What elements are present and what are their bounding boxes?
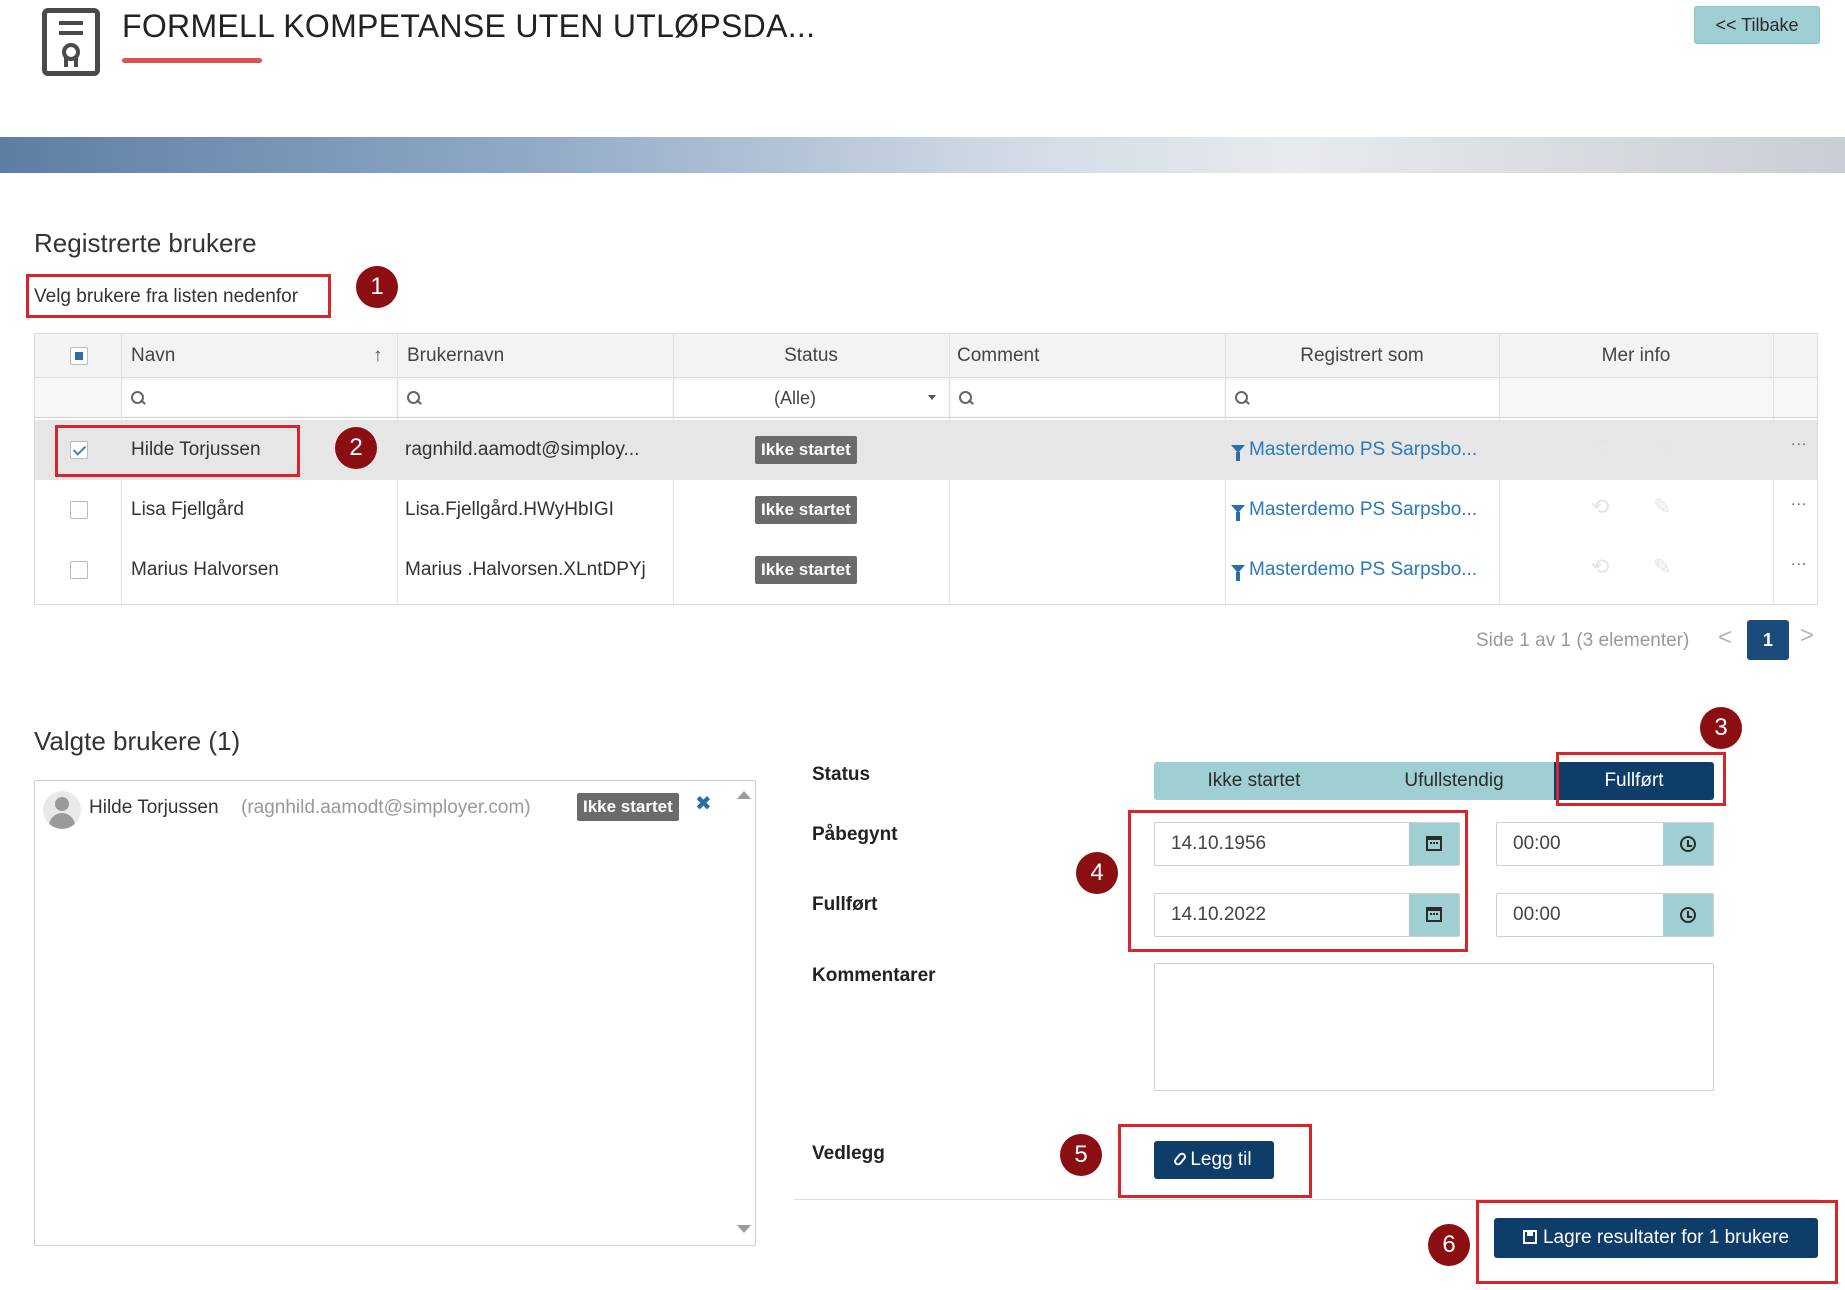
completed-time-input[interactable] [1497, 894, 1657, 936]
remove-user-icon[interactable]: ✖ [695, 791, 712, 816]
back-button[interactable]: << Tilbake [1694, 6, 1820, 44]
registered-users-grid: Navn ↑ Brukernavn Status Comment Registr… [34, 333, 1818, 605]
filter-icon [1231, 445, 1245, 461]
started-time-field[interactable] [1496, 822, 1714, 866]
filter-icon [1231, 565, 1245, 581]
attachment-label: Vedlegg [812, 1143, 885, 1164]
marker-1: 1 [356, 266, 398, 308]
status-option-not-started[interactable]: Ikke startet [1154, 762, 1354, 800]
highlight-box-3 [1556, 752, 1726, 806]
started-label: Påbegynt [812, 824, 898, 845]
history-icon[interactable]: ⟲ [1591, 494, 1609, 520]
status-badge: Ikke startet [755, 556, 857, 584]
row-checkbox[interactable] [70, 561, 88, 579]
row-more-menu[interactable]: ... [1791, 552, 1807, 570]
registered-as-link[interactable]: Masterdemo PS Sarpsbo... [1231, 480, 1497, 540]
sort-ascending-icon[interactable]: ↑ [373, 334, 383, 378]
registered-as-link[interactable]: Masterdemo PS Sarpsbo... [1231, 420, 1497, 480]
comments-label: Kommentarer [812, 965, 936, 986]
highlight-box-4 [1128, 810, 1468, 952]
column-header-status[interactable]: Status [673, 334, 949, 378]
name-filter-input[interactable] [123, 380, 396, 416]
status-filter-select[interactable]: (Alle) [675, 380, 948, 416]
registered-users-heading: Registrerte brukere [34, 228, 257, 258]
comments-textarea[interactable] [1154, 963, 1714, 1091]
history-icon[interactable]: ⟲ [1591, 434, 1609, 460]
marker-2: 2 [335, 427, 377, 469]
completed-time-field[interactable] [1496, 893, 1714, 937]
column-header-username[interactable]: Brukernavn [407, 334, 504, 378]
marker-5: 5 [1060, 1134, 1102, 1176]
registered-as-filter-input[interactable] [1227, 380, 1498, 416]
pager-info: Side 1 av 1 (3 elementer) [1476, 630, 1690, 651]
history-icon[interactable]: ⟲ [1591, 554, 1609, 580]
clock-button[interactable] [1663, 894, 1713, 936]
scroll-up-icon[interactable] [737, 791, 751, 799]
user-username: Marius .Halvorsen.XLntDPYj [405, 559, 646, 580]
paperclip-icon[interactable]: ✎ [1653, 434, 1671, 460]
search-icon [1235, 391, 1249, 405]
marker-6: 6 [1428, 1224, 1470, 1266]
highlight-box-2 [55, 425, 300, 477]
column-header-comment[interactable]: Comment [957, 334, 1039, 378]
user-username: ragnhild.aamodt@simploy... [405, 439, 640, 460]
user-name: Lisa Fjellgård [131, 499, 244, 520]
status-filter-value: (Alle) [773, 388, 816, 408]
search-icon [131, 391, 145, 405]
clock-button[interactable] [1663, 823, 1713, 865]
selected-user-email: (ragnhild.aamodt@simployer.com) [241, 797, 531, 818]
row-checkbox[interactable] [70, 501, 88, 519]
table-row[interactable]: Lisa Fjellgård Lisa.Fjellgård.HWyHbIGI I… [35, 480, 1817, 540]
status-badge: Ikke startet [755, 496, 857, 524]
status-label: Status [812, 764, 871, 785]
table-row[interactable]: Hilde Torjussen ragnhild.aamodt@simploy.… [35, 420, 1817, 480]
marker-3: 3 [1700, 707, 1742, 749]
column-header-name[interactable]: Navn [131, 334, 175, 378]
selected-user-name: Hilde Torjussen [89, 797, 219, 818]
table-row[interactable]: Marius Halvorsen Marius .Halvorsen.XLntD… [35, 540, 1817, 600]
selected-users-list[interactable]: Hilde Torjussen (ragnhild.aamodt@simploy… [34, 780, 756, 1246]
search-icon [407, 391, 421, 405]
status-option-incomplete[interactable]: Ufullstendig [1354, 762, 1554, 800]
column-header-more-info: Mer info [1601, 345, 1671, 366]
search-icon [959, 391, 973, 405]
status-badge: Ikke startet [755, 436, 857, 464]
clock-icon [1680, 836, 1696, 852]
user-avatar-icon [43, 791, 81, 829]
highlight-box-6 [1476, 1200, 1838, 1284]
highlight-box-5 [1118, 1124, 1312, 1198]
filter-icon [1231, 505, 1245, 521]
selected-users-heading: Valgte brukere (1) [34, 726, 241, 756]
scroll-down-icon[interactable] [737, 1225, 751, 1233]
header-banner [0, 137, 1845, 173]
title-underline [122, 58, 262, 63]
certificate-icon [42, 8, 100, 76]
row-more-menu[interactable]: ... [1791, 432, 1807, 450]
highlight-box-1 [26, 274, 331, 318]
started-time-input[interactable] [1497, 823, 1657, 865]
comment-filter-input[interactable] [951, 380, 1224, 416]
pager-next-button[interactable]: > [1800, 622, 1814, 650]
paperclip-icon[interactable]: ✎ [1653, 554, 1671, 580]
selected-user-status-badge: Ikke startet [577, 793, 679, 821]
pager-prev-button[interactable]: < [1718, 624, 1732, 652]
marker-4: 4 [1076, 852, 1118, 894]
registered-as-link[interactable]: Masterdemo PS Sarpsbo... [1231, 540, 1497, 600]
page-title: FORMELL KOMPETANSE UTEN UTLØPSDA... [122, 8, 816, 44]
username-filter-input[interactable] [399, 380, 672, 416]
completed-label: Fullført [812, 894, 878, 915]
user-username: Lisa.Fjellgård.HWyHbIGI [405, 499, 614, 520]
column-header-registered-as[interactable]: Registrert som [1225, 334, 1499, 378]
paperclip-icon[interactable]: ✎ [1653, 494, 1671, 520]
user-name: Marius Halvorsen [131, 559, 279, 580]
row-more-menu[interactable]: ... [1791, 492, 1807, 510]
page-1-button[interactable]: 1 [1747, 620, 1789, 660]
select-all-checkbox[interactable] [70, 347, 88, 365]
clock-icon [1680, 907, 1696, 923]
dropdown-arrow-icon [928, 395, 936, 400]
